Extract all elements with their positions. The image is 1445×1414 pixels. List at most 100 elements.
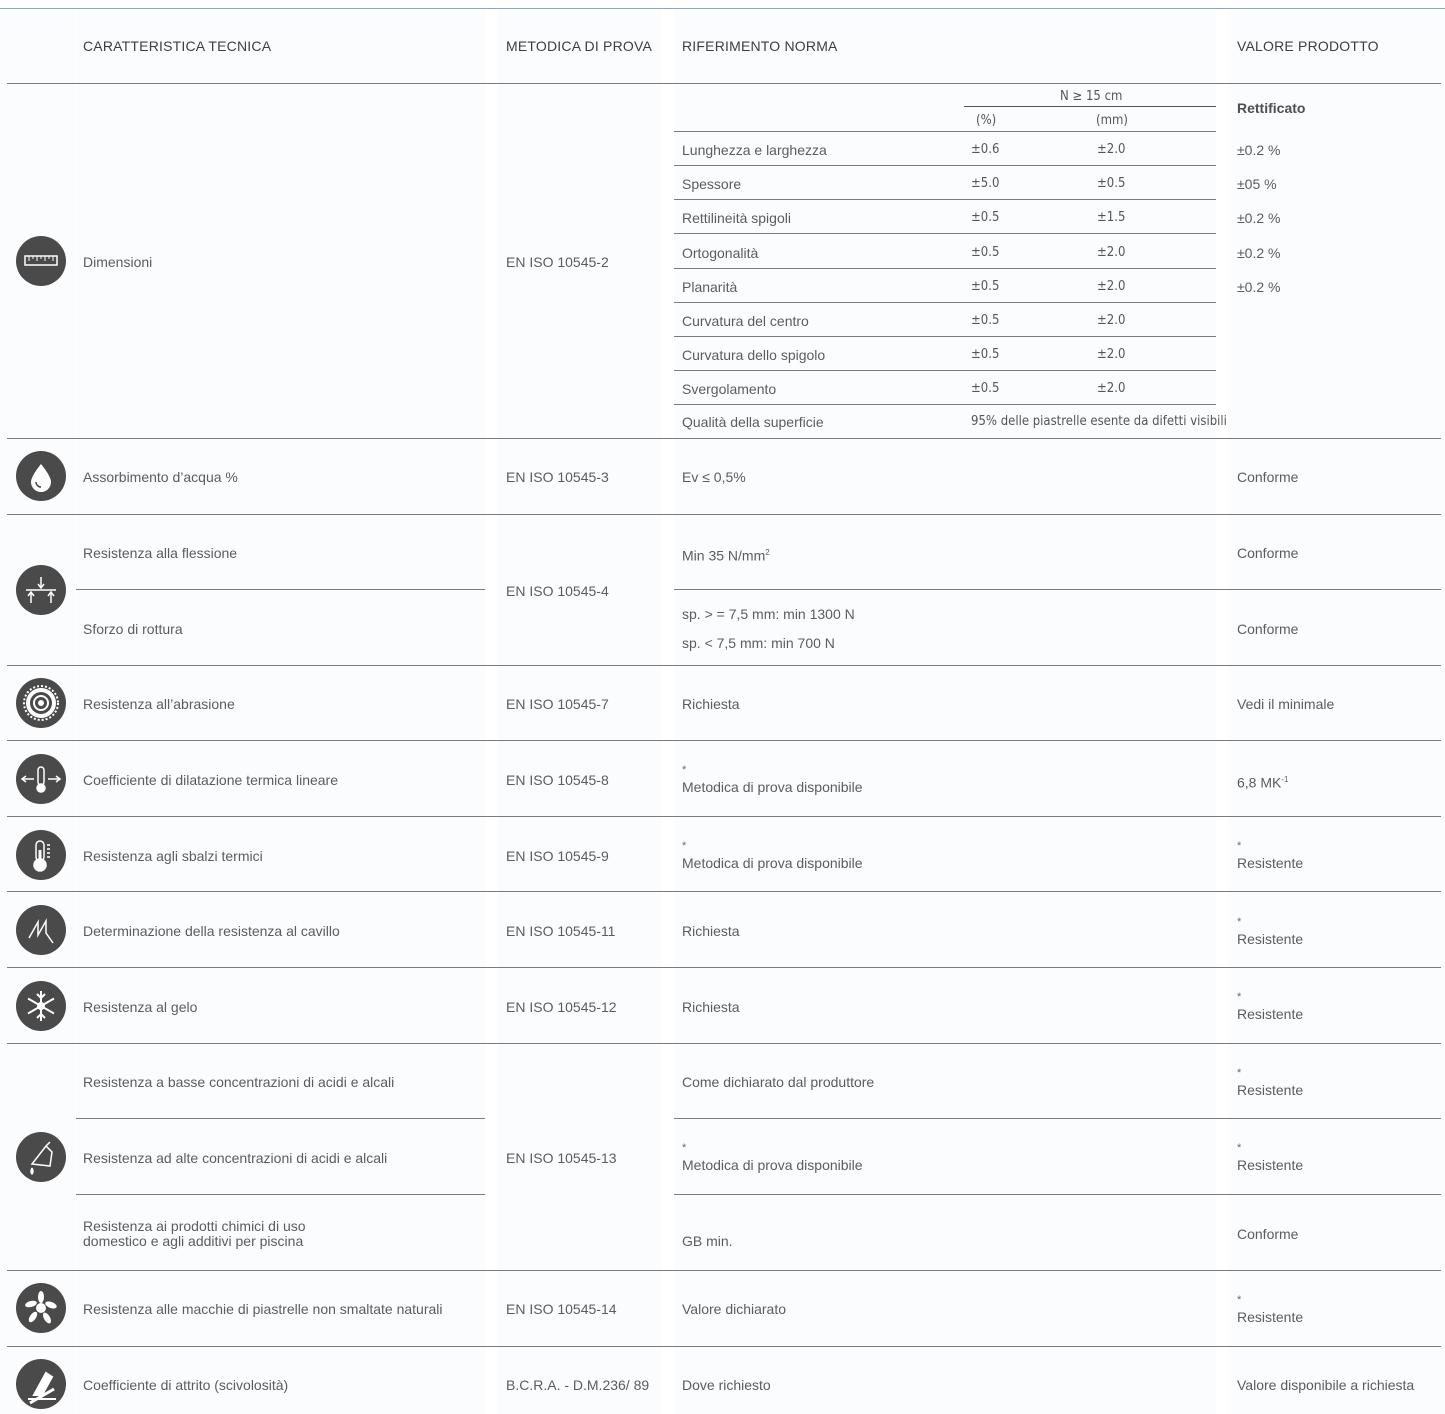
abrasion-disc-icon xyxy=(16,678,66,728)
dim-value-title: Rettificato xyxy=(1237,100,1306,116)
cavillo-value: Resistente xyxy=(1237,931,1304,947)
sbalzi-label: Resistenza agli sbalzi termici xyxy=(83,848,263,864)
header-metodica: METODICA DI PROVA xyxy=(506,38,653,54)
cavillo-norm: Richiesta xyxy=(682,923,740,939)
dim-row-pct: ±0.5 xyxy=(971,245,1000,260)
thermal-expansion-icon xyxy=(16,754,66,804)
dim-group-header: N ≥ 15 cm xyxy=(1060,89,1123,104)
dim-row-label: Planarità xyxy=(682,279,738,295)
row-divider xyxy=(76,1118,485,1119)
dim-row-pct: ±0.5 xyxy=(971,313,1000,328)
dim-row-label: Ortogonalità xyxy=(682,245,759,261)
flessione-norm: Min 35 N/mm2 xyxy=(682,547,770,564)
cavillo-method: EN ISO 10545-11 xyxy=(506,923,616,939)
chemical-flask-icon xyxy=(16,1132,66,1182)
chimici-high-value-asterisk: * xyxy=(1237,1142,1242,1154)
dilatazione-label: Coefficiente di dilatazione termica line… xyxy=(83,772,338,788)
attrito-label: Coefficiente di attrito (scivolosità) xyxy=(83,1377,289,1393)
row-divider xyxy=(674,370,1216,371)
group-underline xyxy=(964,106,1216,107)
dimensioni-method: EN ISO 10545-2 xyxy=(506,254,609,270)
dim-row-label: Curvatura dello spigolo xyxy=(682,347,826,363)
row-divider xyxy=(7,740,1441,741)
abrasione-value: Vedi il minimale xyxy=(1237,696,1335,712)
chimici-low-label: Resistenza a basse concentrazioni di aci… xyxy=(83,1074,395,1090)
dilatazione-asterisk: * xyxy=(682,764,687,776)
dim-row-pct: ±0.5 xyxy=(971,347,1000,362)
abrasione-label: Resistenza all’abrasione xyxy=(83,696,235,712)
dim-row-value: ±0.2 % xyxy=(1237,210,1281,226)
row-divider xyxy=(7,1043,1441,1044)
row-divider xyxy=(7,816,1441,817)
abrasione-norm: Richiesta xyxy=(682,696,740,712)
friction-shoe-icon xyxy=(16,1359,66,1409)
sbalzi-norm: Metodica di prova disponibile xyxy=(682,855,863,871)
row-divider xyxy=(7,1270,1441,1271)
sforzo-label: Sforzo di rottura xyxy=(83,621,183,637)
snowflake-icon xyxy=(16,981,66,1031)
dim-row-value: ±0.2 % xyxy=(1237,279,1281,295)
dim-row-mm: ±0.5 xyxy=(1097,176,1126,191)
sforzo-norm-a: sp. > = 7,5 mm: min 1300 N xyxy=(682,606,855,622)
chimici-method: EN ISO 10545-13 xyxy=(506,1150,617,1166)
cavillo-label: Determinazione della resistenza al cavil… xyxy=(83,923,340,939)
dim-row-value: ±0.2 % xyxy=(1237,245,1281,261)
sforzo-norm-b: sp. < 7,5 mm: min 700 N xyxy=(682,635,835,651)
cavillo-value-asterisk: * xyxy=(1237,916,1242,928)
abrasione-method: EN ISO 10545-7 xyxy=(506,696,609,712)
row-divider xyxy=(7,967,1441,968)
sbalzi-asterisk: * xyxy=(682,840,687,852)
dilatazione-value: 6,8 MK-1 xyxy=(1237,774,1289,791)
dim-row-mm: ±1.5 xyxy=(1097,210,1126,225)
dim-row-pct: ±5.0 xyxy=(971,176,1000,191)
row-divider xyxy=(674,233,1216,234)
crack-icon xyxy=(16,905,66,955)
dim-row-value: ±05 % xyxy=(1237,176,1277,192)
gelo-value-asterisk: * xyxy=(1237,991,1242,1003)
flessione-method: EN ISO 10545-4 xyxy=(506,583,609,599)
flessione-label: Resistenza alla flessione xyxy=(83,545,238,561)
dim-row-value: ±0.2 % xyxy=(1237,142,1281,158)
macchie-norm: Valore dichiarato xyxy=(682,1301,787,1317)
chimici-household-value: Conforme xyxy=(1237,1226,1299,1242)
top-rule xyxy=(0,8,1445,9)
dim-row-label: Rettilineità spigoli xyxy=(682,210,791,226)
dim-row-label: Spessore xyxy=(682,176,742,192)
dim-row-mm: ±2.0 xyxy=(1097,313,1126,328)
macchie-label: Resistenza alle macchie di piastrelle no… xyxy=(83,1301,443,1317)
row-divider xyxy=(674,302,1216,303)
header-riferimento: RIFERIMENTO NORMA xyxy=(682,38,838,54)
row-divider xyxy=(674,131,1216,132)
dim-row-mm: ±2.0 xyxy=(1097,142,1126,157)
row-divider xyxy=(674,404,1216,405)
surface-value: 95% delle piastrelle esente da difetti v… xyxy=(971,414,1227,429)
chimici-high-label: Resistenza ad alte concentrazioni di aci… xyxy=(83,1150,388,1166)
attrito-method: B.C.R.A. - D.M.236/ 89 xyxy=(506,1377,650,1393)
dim-row-label: Lunghezza e larghezza xyxy=(682,142,827,158)
row-divider xyxy=(7,1346,1441,1347)
flexion-icon xyxy=(16,565,66,615)
stain-icon xyxy=(16,1283,66,1333)
macchie-value: Resistente xyxy=(1237,1309,1304,1325)
row-divider xyxy=(76,1194,485,1195)
attrito-value: Valore disponibile a richiesta xyxy=(1237,1377,1415,1393)
row-divider xyxy=(76,589,485,590)
header-caratteristica: CARATTERISTICA TECNICA xyxy=(83,38,272,54)
row-divider xyxy=(674,589,1441,590)
assorbimento-method: EN ISO 10545-3 xyxy=(506,469,609,485)
dim-row-label: Svergolamento xyxy=(682,381,777,397)
dimensioni-label: Dimensioni xyxy=(83,254,153,270)
dim-row-mm: ±2.0 xyxy=(1097,381,1126,396)
sforzo-value: Conforme xyxy=(1237,621,1299,637)
assorbimento-norm: Ev ≤ 0,5% xyxy=(682,469,746,485)
gelo-method: EN ISO 10545-12 xyxy=(506,999,617,1015)
assorbimento-label: Assorbimento d’acqua % xyxy=(83,469,238,485)
row-divider xyxy=(7,514,1441,515)
dim-row-mm: ±2.0 xyxy=(1097,245,1126,260)
row-divider xyxy=(674,1194,1441,1195)
row-divider xyxy=(674,1118,1441,1119)
thermometer-icon xyxy=(16,830,66,880)
gelo-label: Resistenza al gelo xyxy=(83,999,198,1015)
dim-row-pct: ±0.5 xyxy=(971,279,1000,294)
gelo-value: Resistente xyxy=(1237,1006,1304,1022)
